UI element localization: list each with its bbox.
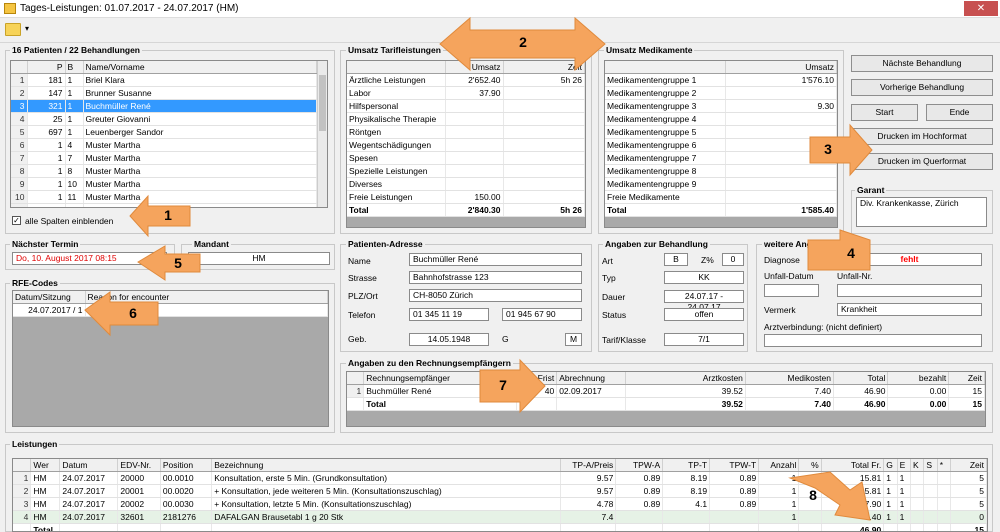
annotation-badge: 7 — [499, 377, 507, 393]
arrow-6 — [84, 291, 159, 337]
annotation-badge: 6 — [129, 305, 137, 321]
annotation-badge: 3 — [824, 141, 832, 157]
annotation-badge: 2 — [519, 34, 527, 50]
arrow-5 — [137, 245, 201, 281]
arrow-7 — [479, 358, 546, 414]
annotation-badge: 4 — [847, 245, 855, 261]
annotation-badge: 1 — [164, 207, 172, 223]
arrow-4 — [807, 229, 871, 271]
annotation-badge: 8 — [809, 487, 817, 503]
annotation-badge: 5 — [174, 255, 182, 271]
annotation-overlay — [84, 16, 873, 521]
arrow-8 — [788, 471, 871, 521]
